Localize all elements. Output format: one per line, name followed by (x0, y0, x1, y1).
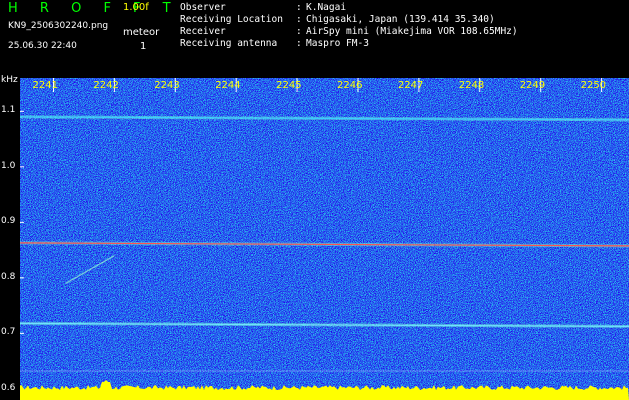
x-tick-label: 2243 (154, 80, 180, 91)
spectrogram-plot (20, 78, 629, 400)
x-tick-label: 2241 (32, 80, 58, 91)
info-sep: : (296, 2, 302, 13)
info-value-antenna: Maspro FM-3 (306, 38, 369, 49)
file-datetime: 25.06.30 22:40 (8, 41, 77, 51)
y-tick-label: 1.1 (1, 105, 16, 116)
info-key-antenna: Receiving antenna (180, 38, 278, 49)
x-tick-label: 2248 (458, 80, 485, 91)
meteor-count: 1 (140, 41, 147, 52)
y-tick-label: 0.7 (1, 327, 16, 338)
x-tick-label: 2242 (93, 80, 119, 91)
info-key-receiver: Receiver (180, 26, 226, 37)
info-key-location: Receiving Location (180, 14, 283, 25)
app-brand: H R O F F T (8, 1, 180, 16)
info-key-observer: Observer (180, 2, 226, 13)
y-tick-label: 0.6 (1, 382, 16, 393)
noise-specks (20, 78, 629, 400)
file-name: KN9_2506302240.png (8, 21, 109, 31)
info-value-observer: K.Nagai (306, 2, 347, 13)
meteor-label: meteor (123, 27, 160, 38)
x-tick-label: 2247 (397, 80, 424, 91)
y-tick-label: 1.0 (1, 160, 16, 171)
y-axis-unit: kHz (1, 75, 18, 85)
info-value-receiver: AirSpy mini (Miakejima VOR 108.65MHz) (306, 26, 518, 37)
x-tick-label: 2244 (215, 80, 241, 91)
x-tick-label: 2250 (580, 80, 607, 91)
info-sep: : (296, 38, 302, 49)
info-value-location: Chigasaki, Japan (139.414 35.340) (306, 14, 495, 25)
info-sep: : (296, 14, 302, 25)
info-sep: : (296, 26, 302, 37)
x-tick-label: 2245 (276, 80, 302, 91)
x-tick-label: 2249 (519, 80, 546, 91)
app-version: 1.00f (123, 2, 149, 13)
y-tick-label: 0.8 (1, 271, 16, 282)
header-panel: H R O F F T 1.00f KN9_2506302240.png met… (0, 0, 629, 85)
hroft-screen: H R O F F T 1.00f KN9_2506302240.png met… (0, 0, 629, 400)
x-tick-label: 2246 (336, 80, 363, 91)
y-tick-label: 0.9 (1, 216, 16, 227)
